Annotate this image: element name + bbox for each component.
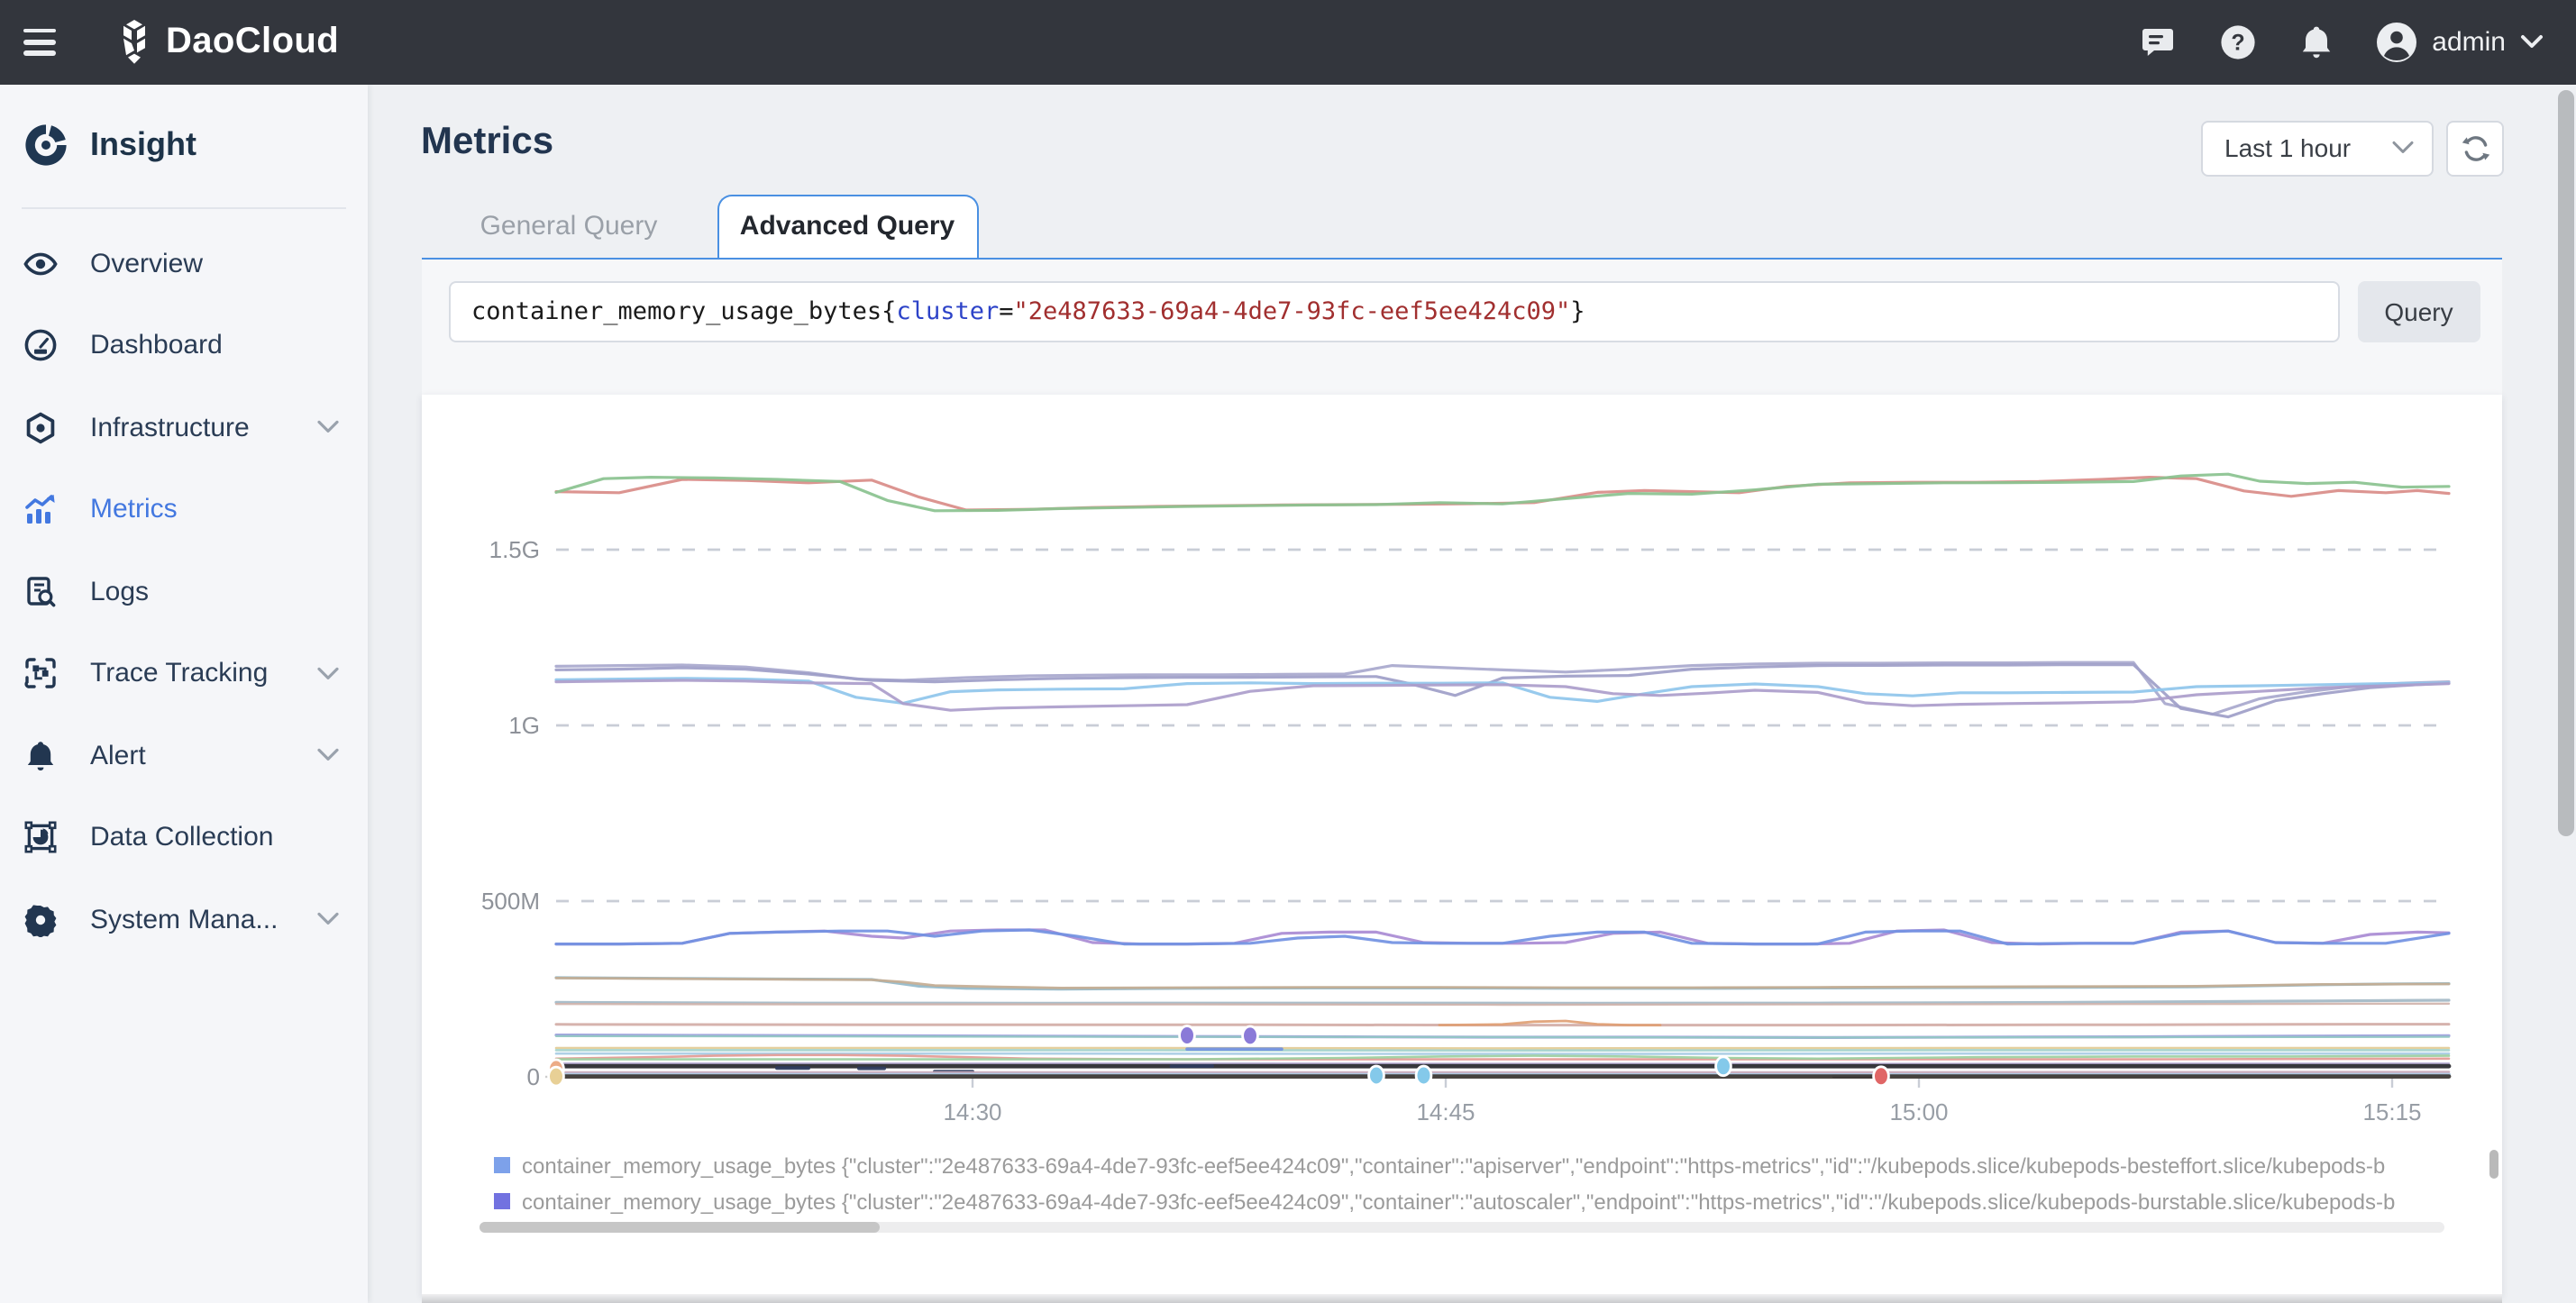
help-icon[interactable]: ? <box>2217 23 2257 62</box>
chevron-down-icon <box>317 667 339 681</box>
sidebar-item-infrastructure[interactable]: Infrastructure <box>0 387 368 469</box>
bell-icon <box>23 739 58 773</box>
svg-text:15:00: 15:00 <box>1888 1098 1947 1125</box>
chevron-down-icon <box>317 421 339 435</box>
sidebar-item-logs[interactable]: Logs <box>0 551 368 633</box>
page-scrollbar-thumb[interactable] <box>2557 90 2573 836</box>
time-range-value: Last 1 hour <box>2224 133 2351 162</box>
sidebar: Insight Overview Dashboard Infrastru <box>0 84 368 1303</box>
chevron-down-icon <box>317 749 339 763</box>
brand-name: DaoCloud <box>166 22 339 63</box>
time-range-select[interactable]: Last 1 hour <box>2201 120 2434 176</box>
sidebar-divider <box>22 206 346 208</box>
chevron-down-icon <box>2392 141 2414 155</box>
svg-text:500M: 500M <box>480 887 539 914</box>
svg-text:14:30: 14:30 <box>942 1098 1000 1125</box>
legend-swatch <box>493 1157 509 1173</box>
eye-icon <box>23 247 58 281</box>
svg-text:1.5G: 1.5G <box>489 535 539 562</box>
sidebar-item-metrics[interactable]: Metrics <box>0 469 368 551</box>
product-header: Insight <box>0 84 368 206</box>
messages-icon[interactable] <box>2138 23 2178 62</box>
refresh-button[interactable] <box>2446 120 2504 176</box>
page-scrollbar[interactable] <box>2557 87 2573 1299</box>
legend-horizontal-scrollbar[interactable] <box>479 1222 2444 1232</box>
tab-advanced-query[interactable]: Advanced Query <box>717 194 978 258</box>
gauge-icon <box>23 329 58 363</box>
gear-icon <box>23 903 58 937</box>
svg-text:?: ? <box>2231 30 2244 55</box>
sidebar-item-dashboard[interactable]: Dashboard <box>0 305 368 387</box>
legend-item[interactable]: container_memory_usage_bytes {"cluster":… <box>493 1183 2436 1219</box>
svg-text:1G: 1G <box>507 711 539 738</box>
legend-item[interactable]: container_memory_usage_bytes {"cluster":… <box>493 1147 2436 1183</box>
svg-text:15:15: 15:15 <box>2361 1098 2420 1125</box>
log-search-icon <box>23 575 58 609</box>
sidebar-item-trace-tracking[interactable]: Trace Tracking <box>0 633 368 715</box>
username-label: admin <box>2432 27 2506 58</box>
trace-icon <box>23 657 58 691</box>
query-button[interactable]: Query <box>2357 280 2480 342</box>
legend-swatch <box>493 1193 509 1209</box>
query-row: container_memory_usage_bytes{cluster="2e… <box>448 280 2480 342</box>
sidebar-item-alert[interactable]: Alert <box>0 715 368 797</box>
svg-text:0: 0 <box>526 1062 539 1089</box>
legend-horizontal-scrollbar-thumb[interactable] <box>479 1222 879 1232</box>
brand[interactable]: DaoCloud <box>114 20 339 65</box>
page-header: Metrics Last 1 hour <box>421 120 2504 176</box>
metrics-chart[interactable]: 0 500M 1G 1.5G 14:30 14:45 15:00 15:15 <box>421 394 2501 1136</box>
chevron-down-icon <box>317 913 339 927</box>
sidebar-item-overview[interactable]: Overview <box>0 223 368 305</box>
svg-text:14:45: 14:45 <box>1415 1098 1474 1125</box>
top-navbar: DaoCloud ? admin <box>0 0 2576 84</box>
insight-logo-icon <box>22 121 70 169</box>
menu-hamburger-icon[interactable] <box>18 24 65 60</box>
bottom-shadow <box>421 1294 2501 1303</box>
sidebar-item-system-management[interactable]: System Mana... <box>0 879 368 961</box>
trend-chart-icon <box>23 493 58 527</box>
metrics-chart-card: 0 500M 1G 1.5G 14:30 14:45 15:00 15:15 containe… <box>421 394 2501 1296</box>
hexagon-icon <box>23 411 58 445</box>
page-title: Metrics <box>421 120 553 163</box>
user-menu[interactable]: admin <box>2376 22 2544 63</box>
sidebar-nav: Overview Dashboard Infrastructure M <box>0 223 368 961</box>
chart-legend[interactable]: container_memory_usage_bytes {"cluster":… <box>493 1147 2436 1219</box>
refresh-icon <box>2460 132 2490 163</box>
notifications-bell-icon[interactable] <box>2297 23 2336 62</box>
query-tabs: General Query Advanced Query <box>421 194 2501 260</box>
tab-general-query[interactable]: General Query <box>421 194 717 258</box>
promql-input[interactable]: container_memory_usage_bytes{cluster="2e… <box>448 280 2339 342</box>
avatar <box>2376 22 2417 63</box>
app: DaoCloud ? admin <box>0 0 2576 1303</box>
daocloud-logo-icon <box>114 20 155 65</box>
navbar-actions: ? admin <box>2138 22 2544 63</box>
product-name: Insight <box>90 126 196 164</box>
pie-frame-icon <box>23 821 58 855</box>
legend-scrollbar-thumb[interactable] <box>2489 1149 2498 1178</box>
tab-panel: container_memory_usage_bytes{cluster="2e… <box>421 260 2501 1296</box>
main-content: Metrics Last 1 hour General Query Advanc… <box>368 84 2576 1303</box>
sidebar-item-data-collection[interactable]: Data Collection <box>0 797 368 879</box>
user-chevron-down-icon <box>2520 34 2544 50</box>
